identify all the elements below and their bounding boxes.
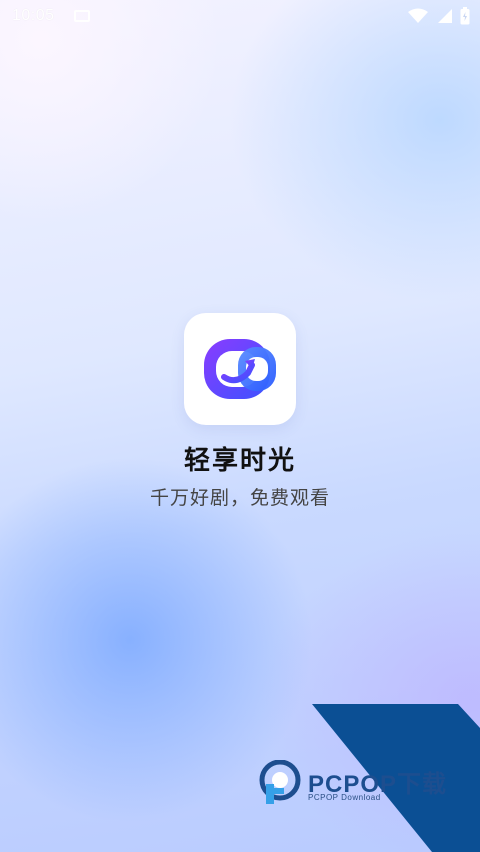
watermark-logo-icon — [259, 760, 301, 804]
signal-icon — [438, 9, 452, 23]
wifi-icon — [408, 8, 428, 23]
watermark-subtitle: PCPOP Download — [308, 793, 381, 802]
notification-icon — [74, 10, 90, 22]
app-icon — [184, 313, 296, 425]
app-name: 轻享时光 — [183, 446, 296, 476]
app-logo-icon — [204, 339, 276, 399]
app-slogan: 千万好剧，免费观看 — [149, 487, 330, 509]
status-bar: 10:05 — [0, 0, 480, 32]
watermark-band — [312, 704, 480, 852]
status-icons — [408, 7, 470, 25]
status-time: 10:05 — [12, 7, 55, 24]
battery-icon — [460, 7, 470, 25]
